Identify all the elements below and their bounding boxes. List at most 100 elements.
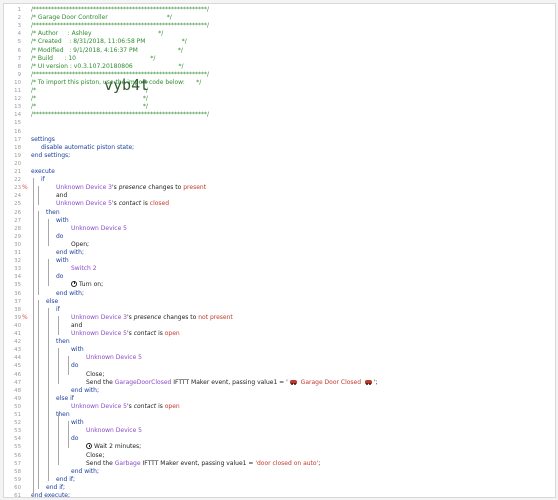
attribute-contact: contact <box>133 330 157 337</box>
line-number: 45 <box>14 363 21 370</box>
line-number: 5 <box>17 39 21 46</box>
comment-rule: /***************************************… <box>31 22 210 30</box>
value-not-present: not present <box>198 313 233 321</box>
code-line: 44 Unknown Device 5 <box>4 354 555 362</box>
line-number: 27 <box>14 217 21 224</box>
block-guide <box>38 186 39 206</box>
line-number: 58 <box>14 468 21 475</box>
line-number: 15 <box>14 120 21 127</box>
code-line: 50 Unknown Device 5's contact is open <box>4 403 555 411</box>
block-guide <box>58 413 59 465</box>
send-text: Send the <box>86 459 115 467</box>
line-number: 48 <box>14 387 21 394</box>
end-with-keyword: end with; <box>71 386 99 394</box>
code-line: 25 Unknown Device 5's contact is closed <box>4 200 555 208</box>
trigger-marker: % <box>22 184 28 192</box>
line-number: 30 <box>14 241 21 248</box>
end-if-keyword: end if; <box>56 475 76 483</box>
line-number: 36 <box>14 290 21 297</box>
attribute-contact: contact <box>118 200 142 208</box>
line-number: 12 <box>14 96 21 103</box>
code-line: 28 Unknown Device 5 <box>4 225 555 233</box>
line-number: 22 <box>14 177 21 184</box>
code-line: 36 end with; <box>4 290 555 298</box>
code-line: 16 <box>4 128 555 136</box>
block-guide <box>48 307 49 481</box>
possessive: 's <box>127 330 134 337</box>
do-keyword: do <box>71 435 79 443</box>
code-line: 21 execute <box>4 168 555 176</box>
device-ref: Unknown Device 3 <box>56 184 113 192</box>
code-line: 51 then <box>4 411 555 419</box>
line-number: 4 <box>17 31 21 38</box>
settings-keyword: settings <box>31 135 55 143</box>
code-line: 32 with <box>4 257 555 265</box>
code-line: 41 Unknown Device 5's contact is open <box>4 330 555 338</box>
code-line: 27 with <box>4 217 555 225</box>
code-line: 13 /* */ <box>4 103 555 111</box>
operator: is <box>156 330 165 337</box>
block-guide <box>38 210 39 295</box>
import-code: vyb4t <box>104 76 150 94</box>
line-number: 43 <box>14 347 21 354</box>
do-keyword: do <box>71 362 79 370</box>
device-ref: Unknown Device 3 <box>71 313 128 321</box>
do-keyword: do <box>56 232 64 240</box>
car-icon <box>289 379 297 386</box>
value-open: open <box>164 330 180 337</box>
code-line: 20 <box>4 160 555 168</box>
code-line: 5 /* Created : 8/31/2018, 11:06:58 PM */ <box>4 38 555 46</box>
line-number: 33 <box>14 266 21 273</box>
line-number: 8 <box>17 63 21 70</box>
line-number: 39 <box>14 314 21 321</box>
close-command: Close; <box>86 451 105 459</box>
trigger-marker: % <box>22 313 28 321</box>
line-number: 42 <box>14 339 21 346</box>
code-line: 35 Turn on; <box>4 280 555 289</box>
code-line: 4 /* Author : Ashley */ <box>4 30 555 38</box>
line-number: 16 <box>14 128 21 135</box>
block-guide <box>58 348 59 384</box>
device-ref: Unknown Device 5 <box>86 354 143 362</box>
code-line: 31 end with; <box>4 249 555 257</box>
with-keyword: with <box>71 346 84 354</box>
possessive: 's <box>127 313 134 321</box>
code-line: 18 disable automatic piston state; <box>4 144 555 152</box>
line-number: 13 <box>14 104 21 111</box>
code-line: 1 /**************************************… <box>4 6 555 14</box>
code-line: 40 and <box>4 322 555 330</box>
line-number: 3 <box>17 23 21 30</box>
line-number: 17 <box>14 136 21 143</box>
attribute-presence: presence <box>118 184 147 192</box>
code-line: 49 else if <box>4 395 555 403</box>
end-execute-keyword: end execute; <box>31 492 71 499</box>
line-number: 54 <box>14 436 21 443</box>
code-line: 9/**************************************… <box>4 71 555 79</box>
code-line: 39% Unknown Device 3's presence changes t… <box>4 314 555 322</box>
line-number: 6 <box>17 47 21 54</box>
operator: changes to <box>146 184 184 192</box>
if-keyword: if <box>41 176 45 184</box>
code-line: 12 /* */ <box>4 95 555 103</box>
end-settings-keyword: end settings; <box>31 151 71 159</box>
block-guide <box>48 259 49 287</box>
code-line: 37 else <box>4 298 555 306</box>
operator: is <box>141 200 150 208</box>
event-name: GarageDoorClosed <box>114 378 172 386</box>
code-line: 54 do <box>4 435 555 443</box>
block-guide <box>38 299 39 489</box>
code-line: 43 with <box>4 346 555 354</box>
line-number: 59 <box>14 476 21 483</box>
code-line: 17 settings <box>4 136 555 144</box>
comment-rule: /***************************************… <box>31 111 210 119</box>
line-number: 41 <box>14 331 21 337</box>
disable-state-statement: disable automatic piston state; <box>41 143 135 151</box>
code-line: 60 end if; <box>4 484 555 492</box>
value-open: open <box>164 402 180 410</box>
code-line: 2 /* Garage Door Controller */ <box>4 14 555 22</box>
device-ref: Unknown Device 5 <box>56 200 113 208</box>
send-text: Send the <box>86 378 115 386</box>
code-line: 59 end if; <box>4 476 555 484</box>
send-text: IFTTT Maker event, passing value1 = ' <box>171 378 288 386</box>
device-ref: Unknown Device 5 <box>71 330 128 337</box>
